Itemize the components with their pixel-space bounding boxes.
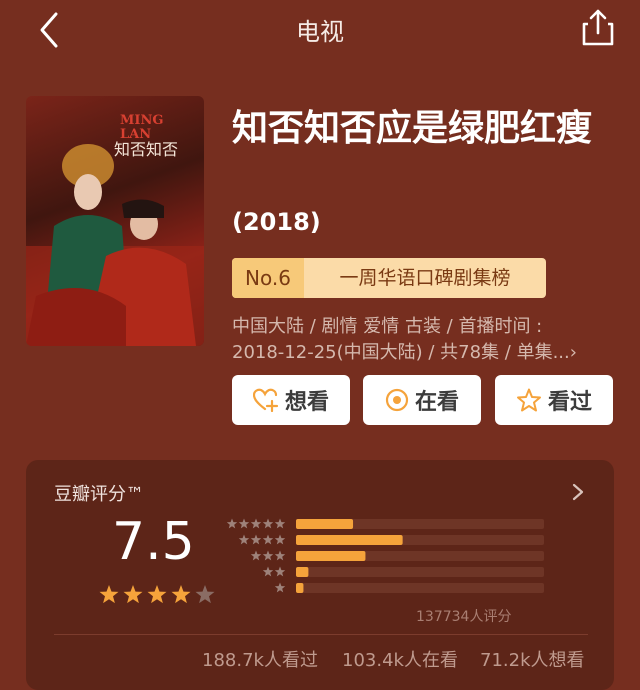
distribution-track: [296, 583, 544, 593]
distribution-star: [274, 582, 286, 593]
distribution-star: [274, 518, 286, 529]
distribution-bar-3-star: [296, 551, 366, 561]
poster-image[interactable]: MING LAN 知否知否: [26, 96, 204, 346]
rating-star: [171, 585, 191, 604]
want-to-watch-label: 想看: [284, 390, 329, 415]
watching-button[interactable]: 在看: [363, 375, 481, 425]
rank-list-name: 一周华语口碑剧集榜: [339, 267, 511, 289]
rating-source-label: 豆瓣评分™: [54, 484, 144, 505]
distribution-star: [238, 534, 250, 545]
rating-panel[interactable]: 豆瓣评分™ 7.5 137734人评分 188.7k人看过 103.4k人在看 …: [26, 460, 614, 690]
heart-plus-icon: [252, 388, 279, 412]
distribution-star: [250, 534, 262, 545]
want-to-watch-button[interactable]: 想看: [232, 375, 350, 425]
share-icon[interactable]: [580, 8, 616, 48]
distribution-bar-2-star: [296, 567, 309, 577]
stat-want: 71.2k人想看: [480, 650, 585, 671]
show-year: (2018): [232, 208, 321, 236]
distribution-star: [250, 518, 262, 529]
distribution-bar-5-star: [296, 519, 354, 529]
distribution-bar-1-star: [296, 583, 304, 593]
rating-star: [123, 585, 143, 604]
watched-button[interactable]: 看过: [495, 375, 613, 425]
target-circle-icon: [385, 388, 409, 412]
rating-stars: [99, 585, 215, 604]
chevron-right-icon: ›: [569, 342, 577, 363]
info-line-1: 中国大陆 / 剧情 爱情 古装 / 首播时间 :: [232, 316, 543, 337]
rating-count: 137734人评分: [416, 609, 512, 625]
distribution-star: [262, 534, 274, 545]
info-line-2: 2018-12-25(中国大陆) / 共78集 / 单集...: [232, 342, 570, 363]
rank-number: No.6: [232, 258, 304, 298]
distribution-star: [274, 534, 286, 545]
distribution-star: [250, 550, 262, 561]
page-title: 电视: [296, 18, 344, 46]
distribution-star: [238, 518, 250, 529]
show-title: 知否知否应是绿肥红瘦: [232, 108, 593, 149]
stat-watching: 103.4k人在看: [342, 650, 458, 671]
watched-label: 看过: [547, 390, 592, 415]
star-outline-icon: [516, 388, 541, 412]
distribution-track: [296, 567, 544, 577]
distribution-star: [262, 550, 274, 561]
rating-distribution-chart: [226, 518, 544, 593]
distribution-star: [262, 518, 274, 529]
ranking-badge[interactable]: No.6 一周华语口碑剧集榜: [232, 258, 546, 298]
watching-label: 在看: [414, 390, 459, 415]
distribution-star: [226, 518, 238, 529]
distribution-star: [274, 550, 286, 561]
show-info[interactable]: 中国大陆 / 剧情 爱情 古装 / 首播时间 : 2018-12-25(中国大陆…: [232, 314, 612, 366]
distribution-star: [274, 566, 286, 577]
rating-star: [99, 585, 119, 604]
poster-artwork: [26, 144, 204, 346]
stat-watched: 188.7k人看过: [202, 650, 318, 671]
top-bar: 电视: [0, 0, 640, 60]
distribution-bar-4-star: [296, 535, 403, 545]
rating-star: [147, 585, 167, 604]
distribution-star: [262, 566, 274, 577]
divider: [54, 634, 588, 635]
rating-star: [195, 585, 215, 604]
chevron-right-icon[interactable]: [568, 482, 588, 502]
poster-calligraphy: 知否知否: [114, 140, 179, 159]
rating-score: 7.5: [112, 512, 195, 572]
